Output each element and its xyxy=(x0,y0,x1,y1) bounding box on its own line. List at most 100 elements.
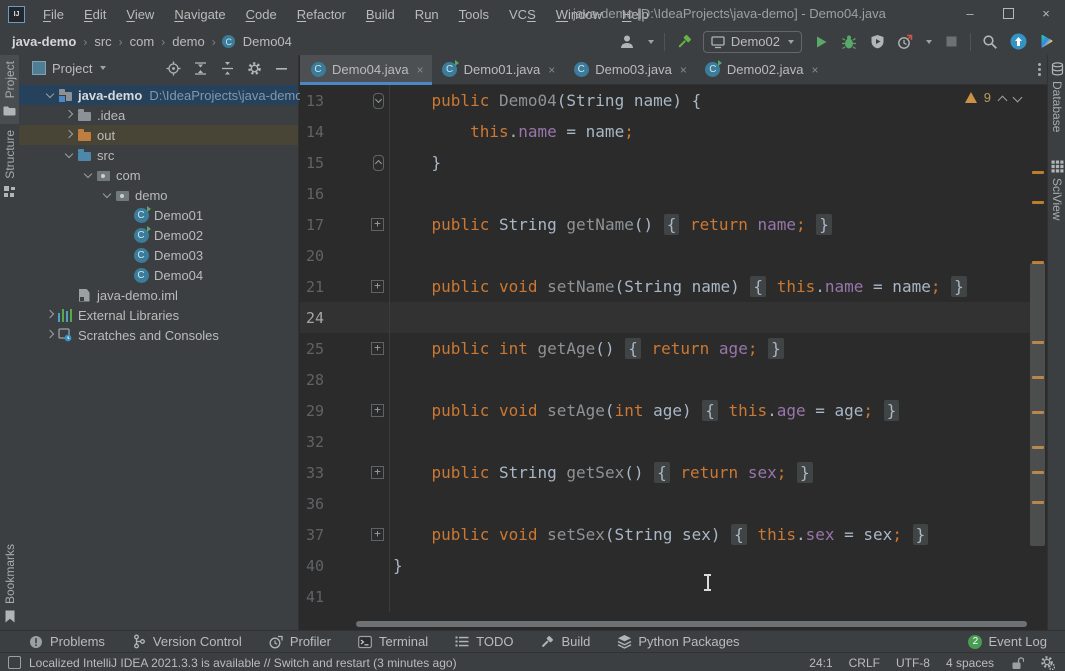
breadcrumb-item-demo[interactable]: demo xyxy=(170,34,207,49)
tree-chevron-icon[interactable] xyxy=(43,88,57,102)
hide-panel-icon[interactable] xyxy=(272,59,290,77)
minimize-button[interactable]: – xyxy=(951,0,989,27)
menu-vcs[interactable]: VCS xyxy=(499,1,546,28)
tool-strip-tab-project[interactable]: Project xyxy=(0,55,19,124)
locate-file-icon[interactable] xyxy=(164,59,182,77)
code-line-28[interactable]: 28 xyxy=(300,364,1030,395)
tree-row--idea[interactable]: .idea xyxy=(19,105,298,125)
event-log-button[interactable]: 2Event Log xyxy=(968,634,1047,649)
fold-expand-icon[interactable]: + xyxy=(371,342,384,355)
search-everywhere-icon[interactable] xyxy=(981,33,999,51)
tool-window-button-problems[interactable]: Problems xyxy=(28,634,105,649)
tree-row-out[interactable]: out xyxy=(19,125,298,145)
tool-strip-tab-bookmarks[interactable]: Bookmarks xyxy=(0,538,19,630)
breadcrumb-file[interactable]: Demo04 xyxy=(241,34,294,49)
tree-chevron-icon[interactable] xyxy=(43,308,57,322)
user-account-icon[interactable] xyxy=(618,33,636,51)
menu-edit[interactable]: Edit xyxy=(74,1,116,28)
tree-row-external-libraries[interactable]: External Libraries xyxy=(19,305,298,325)
tree-row-java-demo[interactable]: java-demoD:\IdeaProjects\java-demo xyxy=(19,85,298,105)
tree-chevron-icon[interactable] xyxy=(81,168,95,182)
code-line-41[interactable]: 41 xyxy=(300,581,1030,612)
tree-chevron-icon[interactable] xyxy=(43,328,57,342)
previous-warning-icon[interactable] xyxy=(998,94,1006,102)
tool-strip-tab-sciview[interactable]: SciView xyxy=(1048,152,1065,226)
code-line-36[interactable]: 36 xyxy=(300,488,1030,519)
breadcrumb-item-com[interactable]: com xyxy=(128,34,157,49)
gear-icon[interactable] xyxy=(245,59,263,77)
fold-start-icon[interactable] xyxy=(373,93,384,109)
indent-setting[interactable]: 4 spaces xyxy=(946,656,994,670)
code-line-20[interactable]: 20 xyxy=(300,240,1030,271)
tree-row-demo03[interactable]: CDemo03 xyxy=(19,245,298,265)
menu-build[interactable]: Build xyxy=(356,1,405,28)
debug-button[interactable] xyxy=(840,33,858,51)
tool-window-button-profiler[interactable]: Profiler xyxy=(268,634,331,649)
tab-close-icon[interactable]: × xyxy=(811,63,818,77)
tab-options-kebab-icon[interactable] xyxy=(1038,63,1041,76)
menu-code[interactable]: Code xyxy=(236,1,287,28)
fold-expand-icon[interactable]: + xyxy=(371,528,384,541)
tree-row-scratches-and-consoles[interactable]: Scratches and Consoles xyxy=(19,325,298,345)
horizontal-scrollbar[interactable] xyxy=(356,621,1027,627)
tab-close-icon[interactable]: × xyxy=(548,63,555,77)
menu-file[interactable]: File xyxy=(33,1,74,28)
code-line-14[interactable]: 14 this.name = name; xyxy=(300,116,1030,147)
fold-expand-icon[interactable]: + xyxy=(371,218,384,231)
tree-row-java-demo-iml[interactable]: java-demo.iml xyxy=(19,285,298,305)
tree-row-src[interactable]: src xyxy=(19,145,298,165)
tree-chevron-icon[interactable] xyxy=(62,148,76,162)
vertical-scrollbar-thumb[interactable] xyxy=(1030,263,1045,546)
editor-tab-demo01-java[interactable]: CDemo01.java× xyxy=(432,55,564,84)
close-button[interactable]: × xyxy=(1027,0,1065,27)
run-button[interactable] xyxy=(812,33,830,51)
status-message[interactable]: Localized IntelliJ IDEA 2021.3.3 is avai… xyxy=(29,656,457,670)
breadcrumb-item-java-demo[interactable]: java-demo xyxy=(10,34,78,49)
tree-chevron-icon[interactable] xyxy=(62,108,76,122)
update-available-icon[interactable] xyxy=(1009,33,1027,51)
tree-chevron-icon[interactable] xyxy=(62,128,76,142)
tool-window-button-version-control[interactable]: Version Control xyxy=(131,634,242,649)
editor-tab-demo04-java[interactable]: CDemo04.java× xyxy=(300,55,432,84)
tree-row-com[interactable]: com xyxy=(19,165,298,185)
tool-strip-tab-database[interactable]: Database xyxy=(1048,55,1065,138)
breadcrumb-item-src[interactable]: src xyxy=(92,34,113,49)
editor-tab-demo03-java[interactable]: CDemo03.java× xyxy=(563,55,695,84)
caret-position[interactable]: 24:1 xyxy=(809,656,832,670)
line-ending[interactable]: CRLF xyxy=(849,656,880,670)
code-editor[interactable]: 13 public Demo04(String name) {14 this.n… xyxy=(300,85,1047,630)
tab-close-icon[interactable]: × xyxy=(680,63,687,77)
tool-window-switcher-icon[interactable] xyxy=(8,656,21,669)
code-line-24[interactable]: 24 xyxy=(300,302,1030,333)
code-line-40[interactable]: 40} xyxy=(300,550,1030,581)
tree-row-demo[interactable]: demo xyxy=(19,185,298,205)
code-line-13[interactable]: 13 public Demo04(String name) { xyxy=(300,85,1030,116)
menu-run[interactable]: Run xyxy=(405,1,449,28)
tool-window-button-todo[interactable]: TODO xyxy=(454,634,513,649)
menu-navigate[interactable]: Navigate xyxy=(164,1,235,28)
settings-gear-icon[interactable] xyxy=(1040,655,1055,670)
code-line-21[interactable]: 21+ public void setName(String name) { t… xyxy=(300,271,1030,302)
maximize-button[interactable] xyxy=(989,0,1027,27)
code-line-15[interactable]: 15 } xyxy=(300,147,1030,178)
tool-strip-tab-structure[interactable]: Structure xyxy=(0,124,19,205)
tool-window-button-terminal[interactable]: Terminal xyxy=(357,634,428,649)
build-hammer-icon[interactable] xyxy=(675,33,693,51)
code-line-32[interactable]: 32 xyxy=(300,426,1030,457)
menu-refactor[interactable]: Refactor xyxy=(287,1,356,28)
code-line-37[interactable]: 37+ public void setSex(String sex) { thi… xyxy=(300,519,1030,550)
editor-tab-demo02-java[interactable]: CDemo02.java× xyxy=(695,55,827,84)
collapse-all-icon[interactable] xyxy=(218,59,236,77)
fold-end-icon[interactable] xyxy=(373,155,384,171)
unlock-icon[interactable] xyxy=(1010,656,1024,670)
fold-expand-icon[interactable]: + xyxy=(371,466,384,479)
tree-row-demo01[interactable]: CDemo01 xyxy=(19,205,298,225)
tab-close-icon[interactable]: × xyxy=(417,63,424,77)
tree-row-demo04[interactable]: CDemo04 xyxy=(19,265,298,285)
code-line-25[interactable]: 25+ public int getAge() { return age; } xyxy=(300,333,1030,364)
profiler-button[interactable] xyxy=(896,33,914,51)
file-encoding[interactable]: UTF-8 xyxy=(896,656,930,670)
fold-expand-icon[interactable]: + xyxy=(371,280,384,293)
expand-all-icon[interactable] xyxy=(191,59,209,77)
code-line-29[interactable]: 29+ public void setAge(int age) { this.a… xyxy=(300,395,1030,426)
